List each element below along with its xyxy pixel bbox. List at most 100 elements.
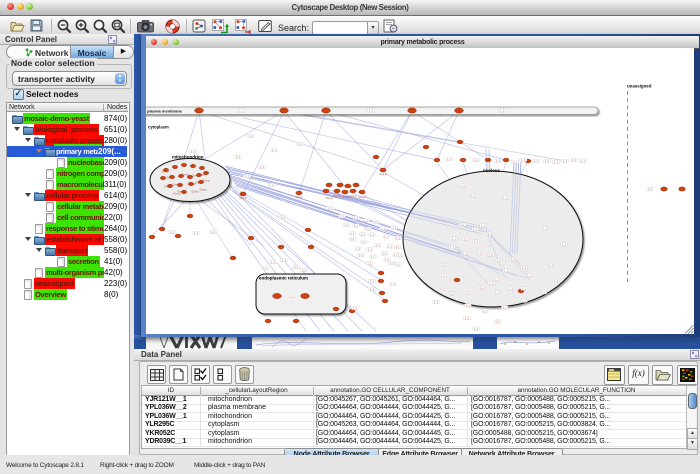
svg-text:[...]: [...] [504,270,508,273]
svg-text:[...]: [...] [388,245,392,248]
svg-text:[...]: [...] [495,292,499,295]
svg-text:Gxx-p: Gxx-p [240,196,247,200]
svg-text:[...]: [...] [472,195,476,198]
svg-text:[...]: [...] [581,160,585,163]
svg-text:[...]: [...] [447,158,451,161]
svg-text:unassigned: unassigned [627,84,652,89]
svg-text:[...]: [...] [328,207,332,210]
svg-text:[...]: [...] [554,161,558,164]
svg-text:[...]: [...] [434,301,438,304]
svg-text:[...]: [...] [393,227,397,230]
svg-text:[...]: [...] [271,261,275,264]
svg-text:[...]: [...] [495,278,499,281]
svg-text:[...]: [...] [496,321,500,324]
svg-text:[...]: [...] [522,300,526,303]
svg-text:[...]: [...] [170,231,174,234]
svg-text:[...]: [...] [345,224,349,227]
svg-text:Gxx-p: Gxx-p [203,179,210,183]
svg-text:[...]: [...] [503,306,507,309]
svg-text:[...]: [...] [542,291,546,294]
svg-text:[...]: [...] [451,293,455,296]
svg-text:[...]: [...] [239,110,243,113]
svg-text:[...]: [...] [464,238,468,241]
svg-text:[...]: [...] [281,216,285,219]
svg-text:[...]: [...] [249,135,253,138]
svg-text:Gxx-p: Gxx-p [380,172,387,176]
svg-text:[...]: [...] [496,160,500,163]
svg-text:[...]: [...] [440,286,444,289]
svg-text:Gxx-p: Gxx-p [173,183,180,187]
svg-text:[...]: [...] [521,159,525,162]
svg-text:[...]: [...] [396,237,400,240]
svg-text:[...]: [...] [245,175,249,178]
svg-text:[...]: [...] [370,288,374,291]
svg-text:[...]: [...] [465,317,469,320]
svg-text:[...]: [...] [450,246,454,249]
svg-text:[...]: [...] [510,287,514,290]
svg-text:[...]: [...] [474,159,478,162]
svg-text:[...]: [...] [354,224,358,227]
svg-text:[...]: [...] [500,110,504,113]
svg-text:[...]: [...] [398,255,402,258]
svg-text:[...]: [...] [359,254,363,257]
svg-text:[...]: [...] [481,224,485,227]
svg-text:[...]: [...] [488,233,492,236]
svg-text:Gxx-p: Gxx-p [165,185,172,189]
svg-text:Gxx-p: Gxx-p [350,194,357,198]
svg-text:endoplasmic reticulum: endoplasmic reticulum [259,276,308,281]
svg-text:[...]: [...] [563,160,567,163]
svg-text:[...]: [...] [396,263,400,266]
svg-text:[...]: [...] [511,258,515,261]
svg-text:[...]: [...] [648,188,652,191]
svg-text:[...]: [...] [302,269,306,272]
svg-text:[...]: [...] [381,228,385,231]
svg-text:[...]: [...] [289,295,293,298]
svg-text:[...]: [...] [362,241,366,244]
svg-text:[...]: [...] [366,228,370,231]
svg-text:[...]: [...] [522,288,526,291]
svg-text:[...]: [...] [480,286,484,289]
svg-text:[...]: [...] [375,221,379,224]
svg-text:[...]: [...] [463,252,467,255]
svg-text:[...]: [...] [462,184,466,187]
svg-text:[...]: [...] [353,307,357,310]
svg-text:[...]: [...] [340,215,344,218]
svg-text:[...]: [...] [391,262,395,265]
svg-text:[...]: [...] [442,274,446,277]
svg-text:[...]: [...] [351,238,355,241]
svg-text:[...]: [...] [487,243,491,246]
svg-text:Gxx-p: Gxx-p [162,170,169,174]
svg-text:[...]: [...] [534,160,538,163]
svg-text:[...]: [...] [194,232,198,235]
svg-text:[...]: [...] [391,283,395,286]
svg-text:[...]: [...] [543,228,547,231]
svg-text:[...]: [...] [282,259,286,262]
svg-text:[...]: [...] [443,264,447,267]
svg-text:[...]: [...] [461,224,465,227]
svg-text:[...]: [...] [369,110,373,113]
svg-text:Gxx-p: Gxx-p [178,190,185,194]
svg-text:[...]: [...] [474,228,478,231]
svg-text:[...]: [...] [272,149,276,152]
svg-text:[...]: [...] [384,236,388,239]
svg-text:[...]: [...] [562,244,566,247]
svg-text:[...]: [...] [376,244,380,247]
svg-text:[...]: [...] [572,159,576,162]
svg-text:Gxx-p: Gxx-p [200,188,207,192]
svg-text:Gxx-p: Gxx-p [182,173,189,177]
svg-text:[...]: [...] [497,260,501,263]
svg-text:[...]: [...] [383,252,387,255]
svg-text:[...]: [...] [370,280,374,283]
svg-text:[...]: [...] [504,197,508,200]
svg-text:[...]: [...] [371,256,375,259]
svg-text:Gxx-p: Gxx-p [342,195,349,199]
svg-text:[...]: [...] [554,280,558,283]
svg-text:[...]: [...] [489,282,493,285]
svg-text:[...]: [...] [477,252,481,255]
svg-text:Gxx-p: Gxx-p [326,196,333,200]
svg-text:[...]: [...] [452,237,456,240]
svg-text:nucleus: nucleus [483,168,501,173]
svg-text:plasma membrane: plasma membrane [147,109,183,114]
svg-text:Gxx-p: Gxx-p [192,190,199,194]
svg-text:[...]: [...] [468,292,472,295]
